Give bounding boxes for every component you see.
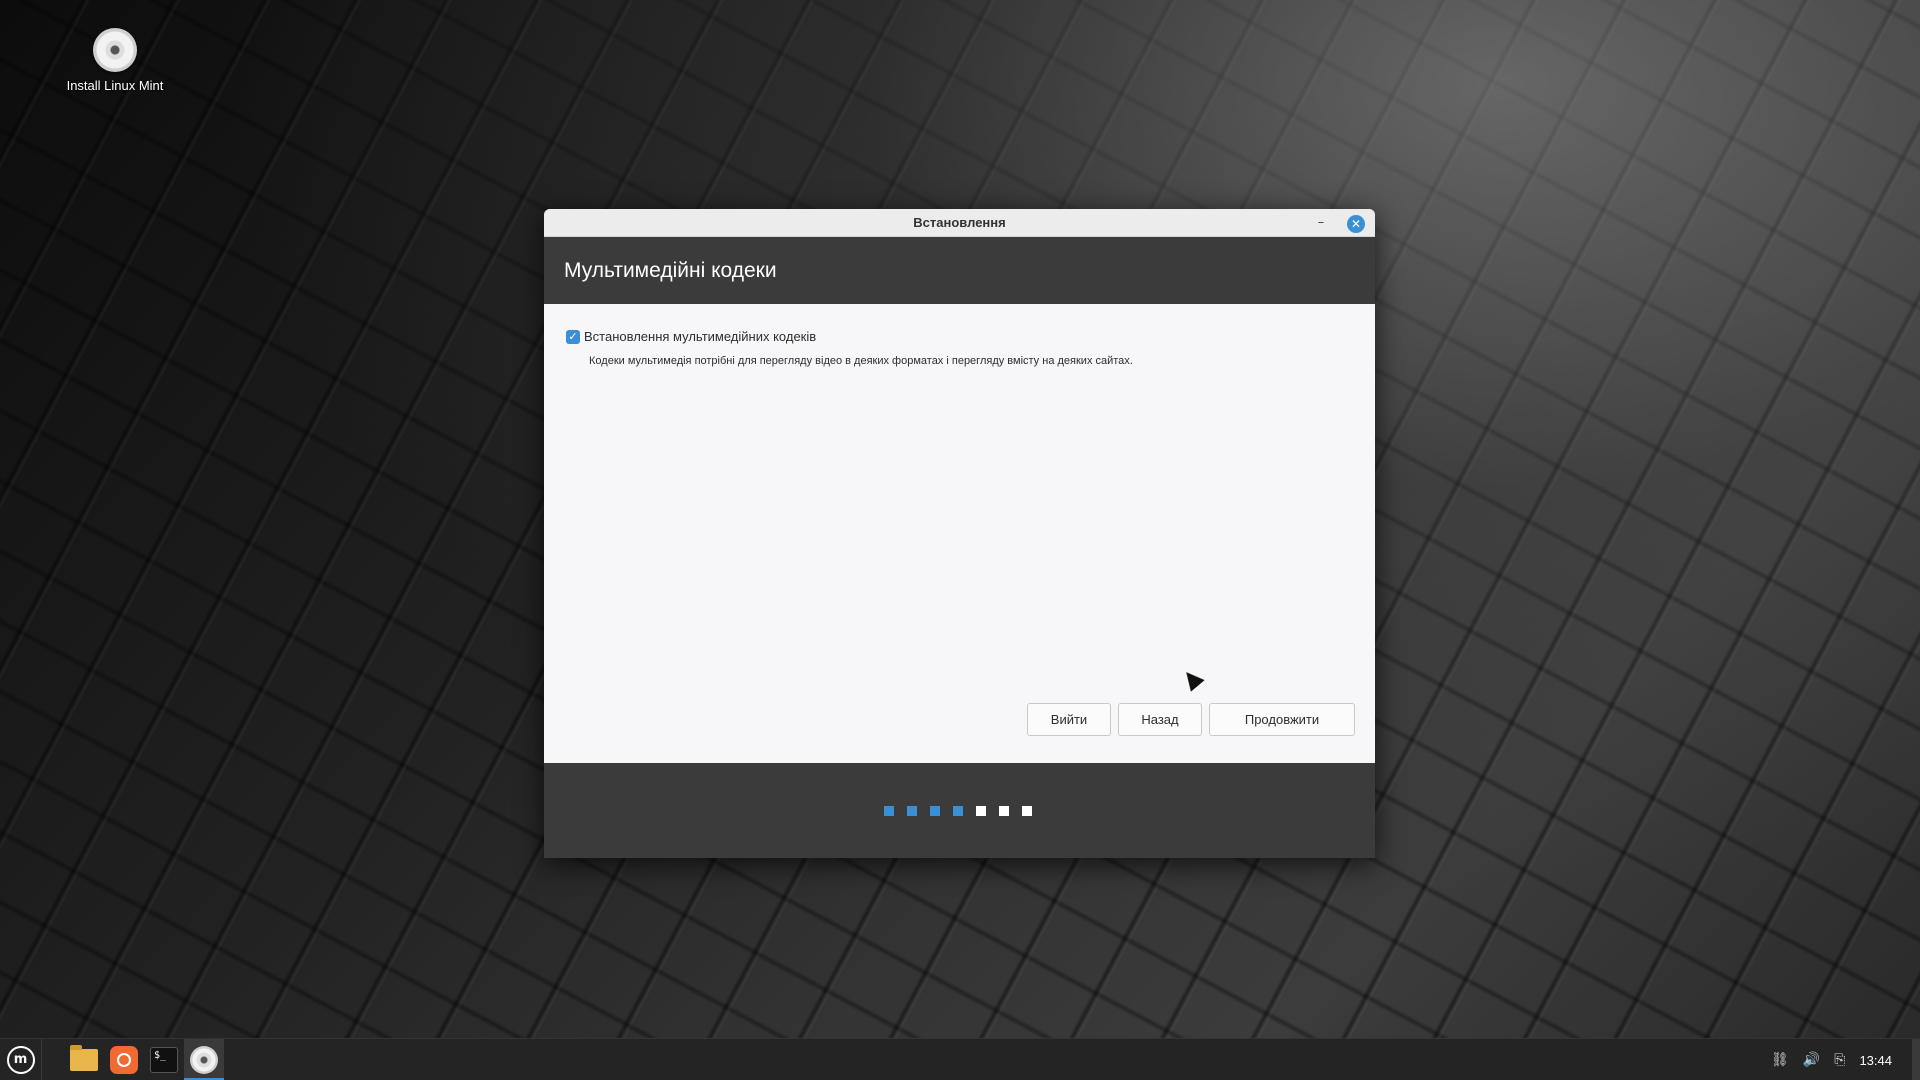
window-titlebar[interactable]: Встановлення – ✕ xyxy=(544,209,1375,237)
close-button[interactable]: ✕ xyxy=(1347,215,1365,233)
progress-indicator xyxy=(884,806,1045,816)
page-content: ✓ Встановлення мультимедійних кодеків Ко… xyxy=(544,304,1375,763)
page-header: Мультимедійні кодеки xyxy=(544,237,1375,304)
progress-step-dot xyxy=(884,806,894,816)
progress-footer xyxy=(544,763,1375,858)
system-tray: ⛓ 🔊 ⎘ 13:44 xyxy=(1771,1039,1920,1080)
window-title: Встановлення xyxy=(913,215,1006,230)
progress-step-dot xyxy=(953,806,963,816)
quit-button[interactable]: Вийти xyxy=(1027,703,1111,736)
menu-button[interactable]: m xyxy=(0,1038,42,1080)
disc-icon xyxy=(93,28,137,72)
progress-step-dot xyxy=(930,806,940,816)
progress-step-dot xyxy=(1022,806,1032,816)
install-codecs-label[interactable]: Встановлення мультимедійних кодеків xyxy=(584,329,816,344)
progress-step-dot xyxy=(907,806,917,816)
progress-step-dot xyxy=(976,806,986,816)
volume-icon[interactable]: 🔊 xyxy=(1803,1052,1820,1068)
continue-button[interactable]: Продовжити xyxy=(1209,703,1355,736)
folder-icon xyxy=(70,1044,98,1071)
progress-step-dot xyxy=(999,806,1009,816)
network-icon[interactable]: ⛓ xyxy=(1771,1052,1789,1068)
minimize-button[interactable]: – xyxy=(1311,213,1331,233)
taskbar-app-firefox[interactable] xyxy=(104,1039,144,1080)
installer-disc-icon xyxy=(190,1045,218,1074)
install-codecs-checkbox[interactable]: ✓ xyxy=(566,329,580,344)
page-title: Мультимедійні кодеки xyxy=(564,258,777,282)
desktop-icon-install-linux-mint[interactable]: Install Linux Mint xyxy=(52,28,178,93)
terminal-icon: $_ xyxy=(150,1046,178,1073)
installer-window: Встановлення – ✕ Мультимедійні кодеки ✓ … xyxy=(544,209,1375,858)
desktop-icon-label: Install Linux Mint xyxy=(66,78,164,93)
taskbar: m $_ ⛓ 🔊 ⎘ 13:44 xyxy=(0,1038,1920,1080)
taskbar-app-terminal[interactable]: $_ xyxy=(144,1039,184,1080)
linux-mint-logo-icon: m xyxy=(6,1045,35,1074)
clipboard-icon[interactable]: ⎘ xyxy=(1834,1052,1845,1068)
taskbar-app-files[interactable] xyxy=(64,1039,104,1080)
codecs-option[interactable]: ✓ Встановлення мультимедійних кодеків xyxy=(566,329,816,344)
clock[interactable]: 13:44 xyxy=(1859,1053,1892,1068)
firefox-icon xyxy=(110,1045,138,1074)
back-button[interactable]: Назад xyxy=(1118,703,1202,736)
taskbar-app-installer[interactable] xyxy=(184,1038,224,1080)
codecs-description: Кодеки мультимедія потрібні для перегляд… xyxy=(589,355,1133,367)
show-desktop-button[interactable] xyxy=(1912,1039,1920,1080)
